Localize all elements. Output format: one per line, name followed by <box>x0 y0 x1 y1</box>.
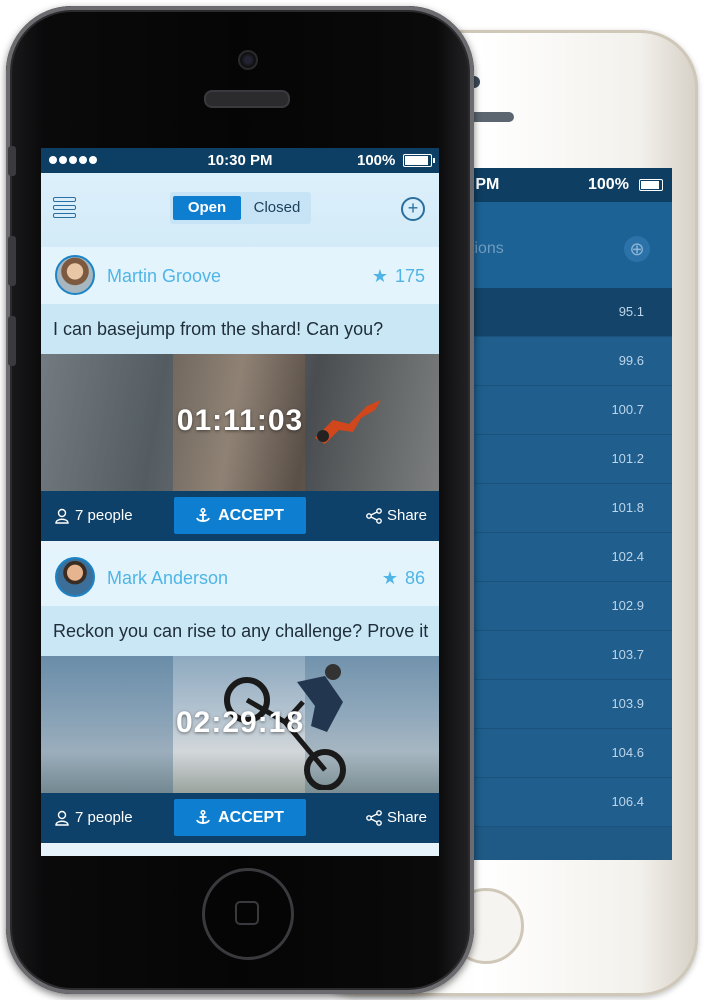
menu-icon[interactable] <box>53 197 76 219</box>
challenge-card: Mark Anderson ★ 86 Reckon you can rise to… <box>41 549 439 843</box>
card-action-bar: 7 people ACCEPT Share <box>41 491 439 541</box>
share-label: Share <box>386 809 427 826</box>
card-header: Martin Groove ★ 175 <box>41 247 439 304</box>
volume-down-button <box>8 316 16 366</box>
back-list-row[interactable]: 100.7 <box>440 386 672 435</box>
card-header: Mark Anderson ★ 86 <box>41 549 439 606</box>
back-battery-percent: 100% <box>588 176 629 193</box>
back-list-row[interactable]: 101.8 <box>440 484 672 533</box>
mute-switch <box>8 146 16 176</box>
participants[interactable]: 7 people <box>55 809 133 826</box>
participants-count: 7 people <box>75 507 133 524</box>
share-button[interactable]: Share <box>366 507 427 524</box>
back-phone-screen: 0 PM 100% tions ⊕ 95.1 99.6 100.7 101.2 … <box>440 168 672 860</box>
user-name[interactable]: Martin Groove <box>107 266 221 287</box>
avatar[interactable] <box>55 557 95 597</box>
person-icon <box>55 508 69 524</box>
back-list-value: 106.4 <box>611 794 644 809</box>
countdown-timer: 01:11:03 <box>176 404 304 437</box>
share-icon <box>366 809 382 826</box>
back-list-row[interactable]: 99.6 <box>440 337 672 386</box>
back-list-value: 103.7 <box>611 647 644 662</box>
back-header: tions ⊕ <box>440 202 672 288</box>
tab-open[interactable]: Open <box>173 196 241 220</box>
battery-percent: 100% <box>357 152 396 169</box>
back-list-value: 104.6 <box>611 745 644 760</box>
participants[interactable]: 7 people <box>55 507 133 524</box>
status-bar: 10:30 PM 100% <box>41 148 439 173</box>
back-list-row[interactable]: 102.9 <box>440 582 672 631</box>
plus-circle-icon[interactable]: + <box>401 197 425 221</box>
challenge-card: Martin Groove ★ 175 I can basejump from t… <box>41 247 439 541</box>
battery-icon <box>403 154 435 167</box>
accept-button[interactable]: ACCEPT <box>174 799 306 836</box>
plus-circle-icon[interactable]: ⊕ <box>624 236 650 262</box>
front-camera <box>238 50 258 70</box>
share-icon <box>366 507 382 524</box>
anchor-icon <box>196 507 210 522</box>
back-list-value: 100.7 <box>611 402 644 417</box>
back-list-value: 102.4 <box>611 549 644 564</box>
home-button <box>202 868 294 960</box>
back-list-value: 95.1 <box>618 304 644 319</box>
share-label: Share <box>386 507 427 524</box>
back-list-row[interactable]: 95.1 <box>440 288 672 337</box>
tab-closed[interactable]: Closed <box>246 196 308 220</box>
user-name[interactable]: Mark Anderson <box>107 568 228 589</box>
score: ★ 86 <box>382 568 425 589</box>
challenge-text: Reckon you can rise to any challenge? Pr… <box>41 606 439 656</box>
back-list-row[interactable]: 103.9 <box>440 680 672 729</box>
star-icon: ★ <box>371 266 388 286</box>
person-icon <box>55 810 69 826</box>
accept-button[interactable]: ACCEPT <box>174 497 306 534</box>
navigation-bar: Open Closed + <box>41 173 439 247</box>
back-list-value: 102.9 <box>611 598 644 613</box>
participants-count: 7 people <box>75 809 133 826</box>
back-status-bar: 0 PM 100% <box>440 168 672 202</box>
back-list-value: 101.2 <box>611 451 644 466</box>
open-closed-segmented-control: Open Closed <box>170 192 311 224</box>
anchor-icon <box>196 809 210 824</box>
share-button[interactable]: Share <box>366 809 427 826</box>
front-phone-screen: 10:30 PM 100% Open Closed + Martin Groov… <box>41 148 439 856</box>
star-icon: ★ <box>381 568 398 588</box>
score-value: 175 <box>394 266 425 286</box>
back-list-value: 99.6 <box>618 353 644 368</box>
back-list-row[interactable]: 104.6 <box>440 729 672 778</box>
back-list-value: 101.8 <box>611 500 644 515</box>
battery-icon <box>639 179 663 191</box>
back-list-row[interactable]: 101.2 <box>440 435 672 484</box>
challenge-image[interactable]: 01:11:03 <box>41 354 439 491</box>
score: ★ 175 <box>372 266 425 287</box>
earpiece-speaker <box>204 90 290 108</box>
challenge-text: I can basejump from the shard! Can you? <box>41 304 439 354</box>
card-action-bar: 7 people ACCEPT Share <box>41 793 439 843</box>
back-header-title: tions <box>470 240 504 257</box>
accept-label: ACCEPT <box>218 808 284 826</box>
back-list-row[interactable]: 102.4 <box>440 533 672 582</box>
accept-label: ACCEPT <box>218 506 284 524</box>
back-list-value: 103.9 <box>611 696 644 711</box>
challenge-image[interactable]: 02:29:18 <box>41 656 439 793</box>
avatar[interactable] <box>55 255 95 295</box>
back-list-row[interactable]: 106.4 <box>440 778 672 827</box>
volume-up-button <box>8 236 16 286</box>
score-value: 86 <box>404 568 425 588</box>
countdown-timer: 02:29:18 <box>175 706 305 739</box>
back-list-row[interactable]: 103.7 <box>440 631 672 680</box>
card-separator <box>41 541 439 549</box>
